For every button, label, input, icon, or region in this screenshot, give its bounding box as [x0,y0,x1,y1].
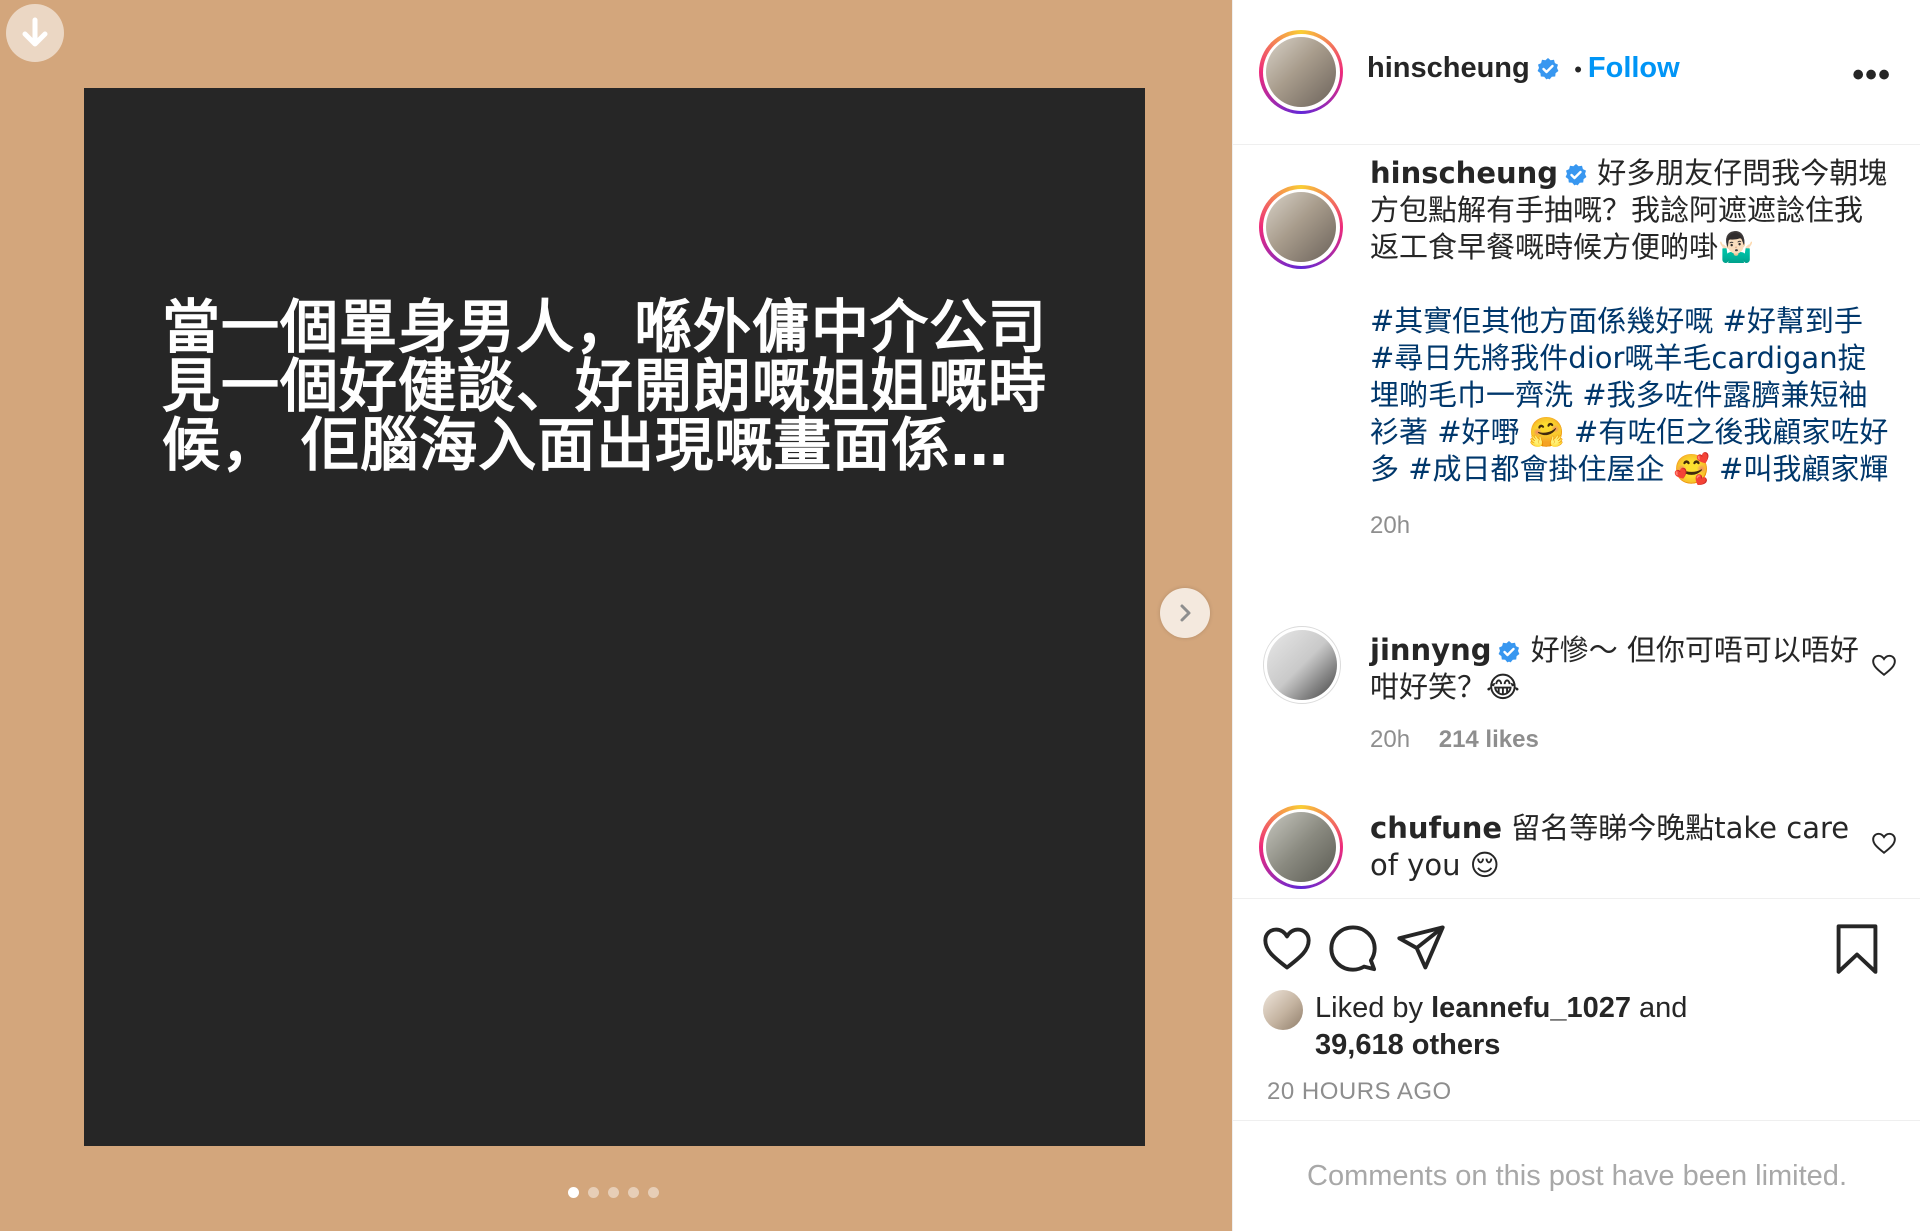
slide-text: 當一個單身男人，喺外傭中介公司見一個好健談、好開朗嘅姐姐嘅時候， 佢腦海入面出現… [162,293,1048,479]
post-panel: hinscheung • Follow ••• hinscheung 好多朋友仔問… [1232,0,1920,1231]
author-avatar[interactable] [1259,30,1343,114]
follow-button[interactable]: Follow [1588,52,1680,84]
and-label: and [1639,992,1688,1024]
caption-username[interactable]: hinscheung [1370,156,1558,190]
comment-username[interactable]: jinnyng [1370,633,1491,667]
comment-item: chufune 留名等睇今晚點take care of you 😌 [1370,810,1870,884]
action-bar [1261,922,1897,978]
next-slide-button[interactable] [1160,588,1210,638]
carousel-dot [608,1187,619,1198]
liker-username[interactable]: leannefu_1027 [1431,992,1631,1024]
comments-limited-notice: Comments on this post have been limited. [1233,1120,1920,1232]
carousel-dot [628,1187,639,1198]
comment-like-icon[interactable] [1871,830,1897,856]
arrow-down-icon [22,17,48,47]
author-username[interactable]: hinscheung [1367,52,1530,84]
commenter-avatar[interactable] [1263,626,1341,704]
comment-time: 20h [1370,726,1411,753]
post-media: 當一個單身男人，喺外傭中介公司見一個好健談、好開朗嘅姐姐嘅時候， 佢腦海入面出現… [0,0,1232,1231]
like-button-icon[interactable] [1261,922,1313,974]
chevron-right-icon [1180,604,1191,622]
carousel-indicator [568,1187,659,1198]
verified-icon [1499,641,1520,663]
comment-username[interactable]: chufune [1370,811,1502,845]
comment-bubble-icon[interactable] [1327,922,1379,974]
carousel-dot [648,1187,659,1198]
liked-by-label: Liked by [1315,992,1424,1024]
carousel-slide: 當一個單身男人，喺外傭中介公司見一個好健談、好開朗嘅姐姐嘅時候， 佢腦海入面出現… [84,88,1145,1146]
verified-icon [1565,164,1587,186]
caption-hashtags[interactable]: #其實佢其他方面係幾好嘅 #好幫到手 #尋日先將我件dior嘅羊毛cardiga… [1370,303,1890,488]
carousel-dot [588,1187,599,1198]
commenter-avatar[interactable] [1259,805,1343,889]
likes-count[interactable]: 39,618 others [1315,1029,1500,1061]
carousel-dot [568,1187,579,1198]
comment-item: jinnyng 好慘～ 但你可唔可以唔好咁好笑？😂 20h 214 likes [1370,632,1870,754]
likes-summary: Liked by leannefu_1027 and 39,618 others [1315,990,1687,1064]
post-timestamp[interactable]: 20 HOURS AGO [1267,1078,1452,1106]
caption: hinscheung 好多朋友仔問我今朝塊方包點解有手抽嘅？我諗阿遮遮諗住我返工… [1370,155,1890,540]
comment-likes[interactable]: 214 likes [1439,726,1539,753]
bookmark-icon[interactable] [1831,922,1883,974]
separator-dot: • [1574,57,1582,82]
post-header: hinscheung • Follow ••• [1233,0,1920,145]
liker-avatar[interactable] [1263,990,1303,1030]
download-button[interactable] [6,4,64,62]
comment-like-icon[interactable] [1871,652,1897,678]
header-user-line: hinscheung • Follow [1367,52,1680,85]
share-send-icon[interactable] [1395,922,1447,974]
comments-section: hinscheung 好多朋友仔問我今朝塊方包點解有手抽嘅？我諗阿遮遮諗住我返工… [1233,145,1920,899]
caption-time: 20h [1370,512,1411,539]
verified-icon [1537,58,1559,80]
more-options-button[interactable]: ••• [1852,56,1891,95]
caption-avatar[interactable] [1259,185,1343,269]
